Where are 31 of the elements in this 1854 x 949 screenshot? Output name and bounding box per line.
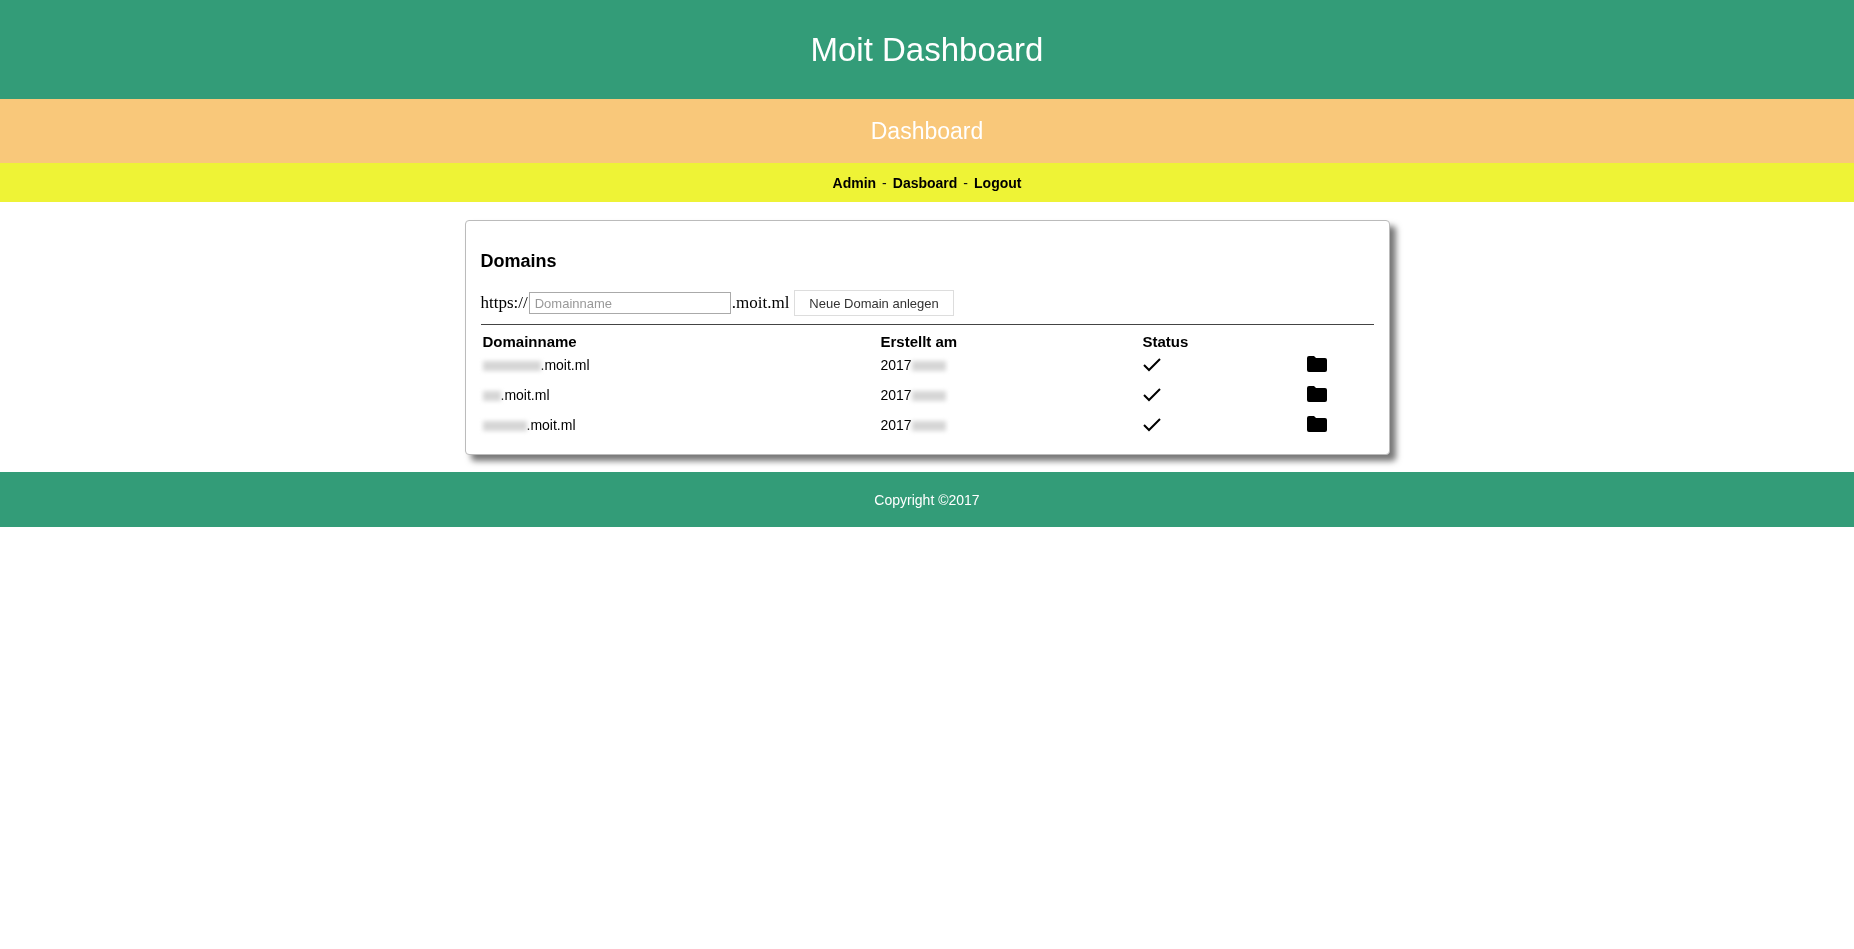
column-header: Status [1141,333,1190,350]
column-header: Domainname [481,333,578,350]
nav-separator: - [881,174,888,191]
copyright-text: Copyright ©2017 [874,491,980,508]
domain-name: .moit.ml [500,387,550,403]
blurred-text [482,391,501,402]
url-suffix: .moit.ml [731,293,790,313]
column-header: Erstellt am [879,333,959,350]
nav-link[interactable]: Dasboard [892,174,958,191]
blurred-text [482,361,541,372]
blurred-text [911,361,946,372]
created-date: 2017 [880,357,912,373]
folder-icon[interactable] [1306,385,1327,402]
folder-icon[interactable] [1306,355,1327,372]
page-title: Dashboard [870,117,984,145]
domain-input-field[interactable]: Domainname [528,292,731,314]
blurred-text [482,421,527,432]
url-prefix: https:// [480,293,528,313]
nav-separator: - [962,174,970,191]
create-domain-button[interactable]: Neue Domain anlegen [794,290,954,316]
site-title: Moit Dashboard [810,30,1044,69]
blurred-text [911,391,946,402]
created-date: 2017 [880,387,912,403]
domain-name: .moit.ml [526,417,576,433]
folder-icon[interactable] [1306,415,1327,432]
created-date: 2017 [880,417,912,433]
blurred-text [911,421,946,432]
card-title: Domains [480,251,558,272]
nav-link[interactable]: Logout [974,174,1022,191]
domain-name: .moit.ml [540,357,590,373]
nav-link[interactable]: Admin [832,174,877,191]
